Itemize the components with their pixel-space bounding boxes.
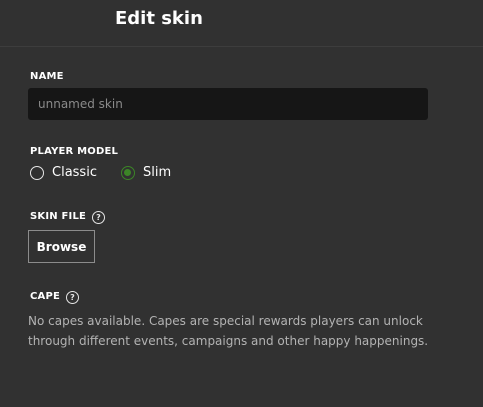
name-label: NAME [30, 70, 64, 84]
skin-file-help-icon[interactable]: ? [92, 210, 106, 224]
dialog-header: Edit skin [0, 0, 483, 47]
skin-file-label-text: SKIN FILE [30, 211, 87, 222]
player-model-label-text: PLAYER MODEL [30, 146, 119, 157]
browse-button[interactable]: Browse [28, 230, 95, 263]
name-label-text: NAME [30, 71, 64, 82]
skin-file-label: SKIN FILE ? [30, 210, 106, 224]
radio-slim-label: Slim [143, 165, 172, 180]
player-model-label: PLAYER MODEL [30, 145, 118, 159]
cape-message: No capes available. Capes are special re… [28, 314, 429, 348]
radio-classic-circle[interactable] [30, 166, 44, 180]
cape-label: CAPE ? [30, 290, 80, 304]
radio-slim-circle[interactable] [121, 166, 135, 180]
dialog-title: Edit skin [115, 8, 203, 29]
cape-help-icon[interactable]: ? [66, 290, 80, 304]
cape-label-text: CAPE [30, 291, 61, 302]
radio-classic-label: Classic [52, 165, 97, 180]
radio-option-classic[interactable]: Classic [30, 164, 97, 182]
skin-name-input[interactable] [28, 88, 428, 120]
radio-option-slim[interactable]: Slim [121, 164, 171, 182]
